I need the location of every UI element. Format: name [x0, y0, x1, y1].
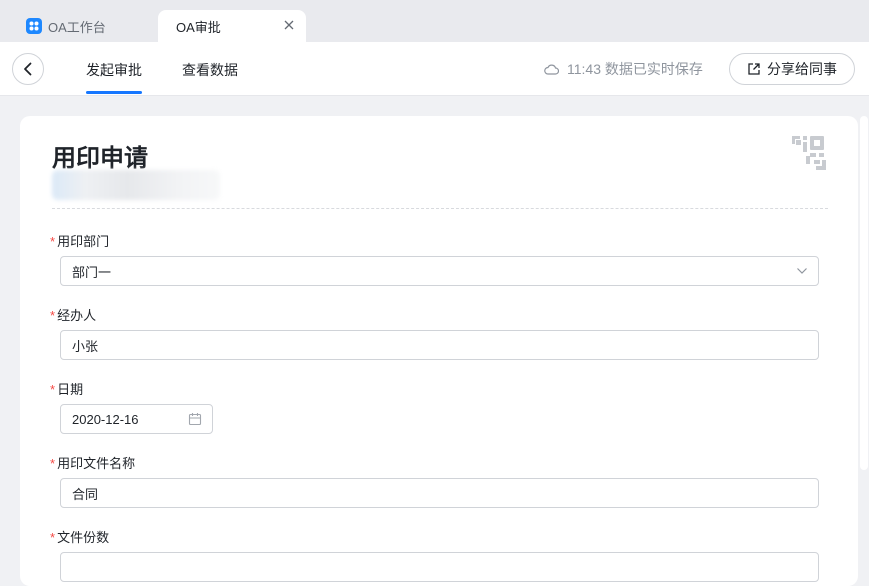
document-name-input-value: 合同 [72, 486, 99, 502]
close-icon[interactable] [282, 18, 296, 32]
share-button-label: 分享给同事 [767, 61, 837, 77]
form-title: 用印申请 [52, 145, 148, 172]
chevron-down-icon [797, 268, 807, 274]
share-icon [748, 63, 760, 75]
calendar-icon [188, 413, 202, 426]
window-tab-bar: OA工作台 OA审批 [0, 0, 869, 42]
date-picker-value: 2020-12-16 [72, 411, 139, 427]
qr-code-icon[interactable] [792, 136, 828, 172]
handler-input-value: 小张 [72, 338, 99, 354]
tab-oa-workbench[interactable]: OA工作台 [18, 10, 158, 42]
back-arrow-icon [24, 62, 32, 76]
field-label-handler: * 经办人 [50, 308, 97, 323]
required-asterisk: * [50, 308, 56, 323]
required-asterisk: * [50, 234, 56, 249]
approval-form-card: 用印申请 * 用印部门 部门一 * 经办人 小张 * 日期 2020-12-16… [20, 116, 858, 586]
field-label-copies: * 文件份数 [50, 530, 110, 545]
cloud-icon [544, 64, 559, 75]
back-button[interactable] [12, 53, 44, 85]
tab-oa-approval[interactable]: OA审批 [158, 10, 306, 42]
nav-tab-view-data[interactable]: 查看数据 [182, 60, 238, 94]
blurred-applicant-info [52, 170, 220, 200]
field-label-document-name: * 用印文件名称 [50, 456, 136, 471]
share-to-colleague-button[interactable]: 分享给同事 [729, 53, 855, 85]
title-divider [52, 208, 828, 209]
department-select-value: 部门一 [72, 264, 112, 280]
nav-tab-start-approval[interactable]: 发起审批 [86, 60, 142, 94]
required-asterisk: * [50, 456, 56, 471]
page-toolbar: 发起审批 查看数据 11:43 数据已实时保存 分享给同事 [0, 42, 869, 96]
required-asterisk: * [50, 530, 56, 545]
save-status: 11:43 数据已实时保存 [544, 59, 703, 79]
copies-input[interactable] [60, 552, 819, 582]
required-asterisk: * [50, 382, 56, 397]
tab-label: OA工作台 [48, 19, 106, 35]
document-name-input[interactable]: 合同 [60, 478, 819, 508]
scrollbar-thumb[interactable] [860, 116, 868, 470]
field-label-date: * 日期 [50, 382, 84, 397]
department-select[interactable]: 部门一 [60, 256, 819, 286]
save-status-text: 11:43 数据已实时保存 [567, 61, 703, 77]
tab-label: OA审批 [176, 19, 221, 35]
date-picker[interactable]: 2020-12-16 [60, 404, 213, 434]
handler-input[interactable]: 小张 [60, 330, 819, 360]
field-label-department: * 用印部门 [50, 234, 110, 249]
app-grid-icon [26, 18, 42, 34]
